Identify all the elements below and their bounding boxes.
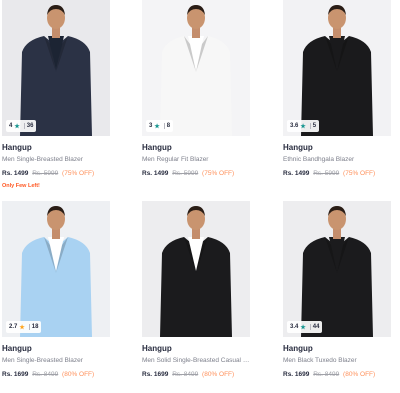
product-image[interactable]: 3 ★ 8 bbox=[142, 0, 250, 136]
product-info: Hangup Men Single-Breasted Blazer Rs. 16… bbox=[2, 344, 122, 379]
product-brand: Hangup bbox=[283, 143, 313, 152]
product-price-row: Rs. 1699 Rs. 8499 (80% OFF) bbox=[142, 370, 262, 379]
product-info: Hangup Ethnic Bandhgala Blazer Rs. 1499 … bbox=[283, 143, 400, 178]
product-price: Rs. 1499 bbox=[2, 170, 29, 177]
product-title: Men Black Tuxedo Blazer bbox=[283, 357, 357, 364]
model-photo bbox=[283, 201, 391, 337]
product-price: Rs. 1499 bbox=[283, 170, 310, 177]
product-image[interactable] bbox=[142, 201, 250, 337]
rating-badge: 3 ★ 8 bbox=[146, 120, 174, 132]
stock-note: Only Few Left! bbox=[2, 183, 40, 189]
product-mrp: Rs. 5999 bbox=[172, 170, 199, 177]
rating-count: 18 bbox=[31, 324, 39, 330]
rating-count: 8 bbox=[166, 123, 171, 129]
product-price-row: Rs. 1699 Rs. 8499 (80% OFF) bbox=[2, 370, 122, 379]
model-photo bbox=[2, 0, 110, 136]
rating-value: 3.6 bbox=[290, 123, 299, 129]
star-icon: ★ bbox=[154, 123, 160, 130]
product-brand: Hangup bbox=[283, 344, 313, 353]
product-discount: (75% OFF) bbox=[202, 170, 235, 177]
product-price-row: Rs. 1499 Rs. 5999 (75% OFF) bbox=[2, 169, 122, 178]
rating-badge: 2.7 ★ 18 bbox=[6, 321, 42, 333]
product-discount: (80% OFF) bbox=[62, 371, 95, 378]
product-brand: Hangup bbox=[2, 143, 32, 152]
product-image[interactable]: 3.4 ★ 44 bbox=[283, 201, 391, 337]
product-discount: (80% OFF) bbox=[343, 371, 376, 378]
product-title: Men Single-Breasted Blazer bbox=[2, 156, 83, 163]
rating-count: 36 bbox=[26, 123, 34, 129]
product-title: Men Regular Fit Blazer bbox=[142, 156, 209, 163]
rating-badge: 3.6 ★ 5 bbox=[287, 120, 320, 132]
product-price: Rs. 1699 bbox=[283, 371, 310, 378]
product-discount: (80% OFF) bbox=[202, 371, 235, 378]
product-image[interactable]: 4 ★ 36 bbox=[2, 0, 110, 136]
product-price-row: Rs. 1499 Rs. 5999 (75% OFF) bbox=[142, 169, 262, 178]
star-icon: ★ bbox=[14, 123, 20, 130]
rating-value: 3 bbox=[149, 123, 153, 129]
rating-value: 4 bbox=[9, 123, 13, 129]
rating-badge: 3.4 ★ 44 bbox=[287, 321, 323, 333]
product-image[interactable]: 3.6 ★ 5 bbox=[283, 0, 391, 136]
rating-count: 5 bbox=[312, 123, 317, 129]
product-price-row: Rs. 1699 Rs. 8499 (80% OFF) bbox=[283, 370, 400, 379]
rating-divider bbox=[309, 123, 311, 129]
rating-divider bbox=[28, 324, 30, 330]
rating-value: 2.7 bbox=[9, 324, 18, 330]
product-mrp: Rs. 8499 bbox=[172, 371, 199, 378]
rating-divider bbox=[23, 123, 25, 129]
model-photo bbox=[142, 0, 250, 136]
product-brand: Hangup bbox=[2, 344, 32, 353]
product-brand: Hangup bbox=[142, 143, 172, 152]
rating-badge: 4 ★ 36 bbox=[6, 120, 37, 132]
model-photo bbox=[283, 0, 391, 136]
product-title: Ethnic Bandhgala Blazer bbox=[283, 156, 355, 163]
product-mrp: Rs. 8499 bbox=[313, 371, 340, 378]
product-info: Hangup Men Solid Single-Breasted Casual … bbox=[142, 344, 262, 379]
product-title: Men Solid Single-Breasted Casual Blazer bbox=[142, 357, 250, 364]
rating-divider bbox=[163, 123, 165, 129]
product-info: Hangup Men Single-Breasted Blazer Rs. 14… bbox=[2, 143, 122, 190]
product-price-row: Rs. 1499 Rs. 5999 (75% OFF) bbox=[283, 169, 400, 178]
star-icon: ★ bbox=[19, 324, 25, 331]
product-mrp: Rs. 5999 bbox=[313, 170, 340, 177]
model-photo bbox=[2, 201, 110, 337]
rating-divider bbox=[309, 324, 311, 330]
product-price: Rs. 1699 bbox=[142, 371, 169, 378]
star-icon: ★ bbox=[300, 123, 306, 130]
product-price: Rs. 1499 bbox=[142, 170, 169, 177]
product-grid: 4 ★ 36 Hangup Men Single-Breasted Blazer… bbox=[0, 0, 400, 393]
product-info: Hangup Men Black Tuxedo Blazer Rs. 1699 … bbox=[283, 344, 400, 379]
product-image[interactable]: 2.7 ★ 18 bbox=[2, 201, 110, 337]
star-icon: ★ bbox=[300, 324, 306, 331]
rating-value: 3.4 bbox=[290, 324, 299, 330]
product-mrp: Rs. 5999 bbox=[32, 170, 59, 177]
product-price: Rs. 1699 bbox=[2, 371, 29, 378]
product-discount: (75% OFF) bbox=[62, 170, 95, 177]
product-info: Hangup Men Regular Fit Blazer Rs. 1499 R… bbox=[142, 143, 262, 178]
rating-count: 44 bbox=[312, 324, 320, 330]
product-title: Men Single-Breasted Blazer bbox=[2, 357, 83, 364]
product-discount: (75% OFF) bbox=[343, 170, 376, 177]
product-mrp: Rs. 8499 bbox=[32, 371, 59, 378]
model-photo bbox=[142, 201, 250, 337]
product-brand: Hangup bbox=[142, 344, 172, 353]
